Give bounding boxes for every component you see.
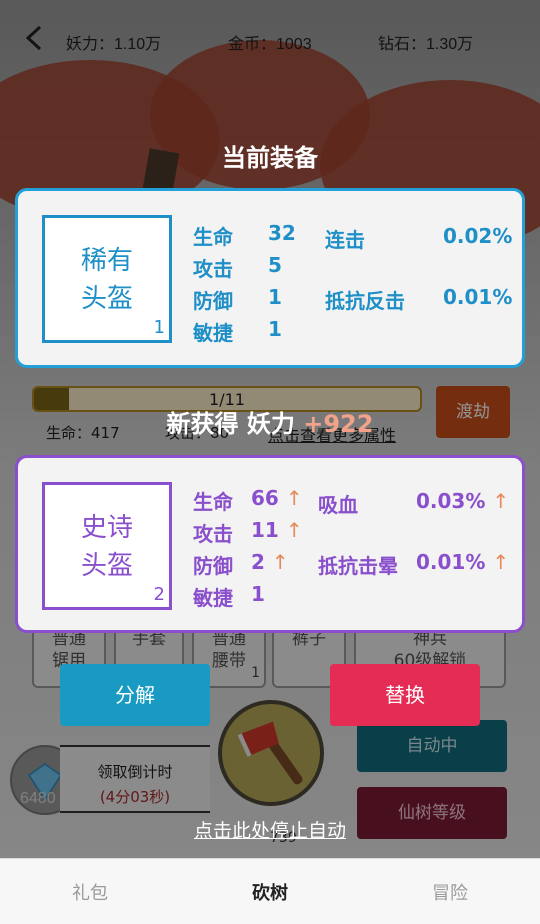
stat-value: 1 (268, 285, 282, 309)
up-arrow-icon: ↑ (492, 489, 510, 513)
stat-value: 32 (268, 221, 296, 245)
replace-button[interactable]: 替换 (330, 664, 480, 726)
extra-stat-label: 抵抗反击 (325, 289, 405, 313)
stat-value: 2 ↑ (251, 550, 289, 574)
extra-stat-label: 连击 (325, 228, 365, 252)
stat-value-text: 0.03% (416, 489, 486, 513)
stat-label: 敏捷 (193, 321, 233, 345)
stat-label: 生命 (193, 490, 233, 514)
extra-stat-value: 0.02% (443, 224, 513, 248)
stat-value-text: 0.01% (416, 550, 486, 574)
up-arrow-icon: ↑ (492, 550, 510, 574)
extra-stat-label: 吸血 (318, 493, 358, 517)
bottom-nav: 礼包 砍树 冒险 (0, 858, 540, 924)
extra-stat-label: 抵抗击晕 (318, 554, 398, 578)
stat-label: 攻击 (193, 257, 233, 281)
extra-stat-value: 0.01% ↑ (416, 550, 509, 574)
stat-value: 1 (268, 317, 282, 341)
item-type: 头盔 (80, 551, 133, 581)
stat-value: 66 ↑ (251, 486, 303, 510)
nav-tab-adventure[interactable]: 冒险 (400, 879, 500, 905)
new-item-icon: 史诗 头盔 2 (42, 482, 172, 610)
up-arrow-icon: ↑ (285, 486, 303, 510)
nav-tab-chop[interactable]: 砍树 (220, 879, 320, 905)
stat-value-text: 11 (251, 518, 279, 542)
decompose-button[interactable]: 分解 (60, 664, 210, 726)
item-type: 头盔 (80, 284, 133, 314)
stat-value: 5 (268, 253, 282, 277)
stat-label: 防御 (193, 289, 233, 313)
new-equipment-card: 史诗 头盔 2 生命 66 ↑ 攻击 11 ↑ 防御 2 ↑ 敏捷 1 吸血 0… (15, 455, 525, 633)
new-equipment-title-prefix: 新获得 妖力 (166, 410, 295, 438)
extra-stat-value: 0.01% (443, 285, 513, 309)
current-equipment-card: 稀有 头盔 1 生命 32 攻击 5 防御 1 敏捷 1 连击 0.02% 抵抗… (15, 188, 525, 368)
nav-tab-gift[interactable]: 礼包 (40, 879, 140, 905)
up-arrow-icon: ↑ (271, 550, 289, 574)
stat-value-text: 66 (251, 486, 279, 510)
stat-label: 攻击 (193, 522, 233, 546)
item-level: 1 (153, 317, 165, 338)
current-equipment-title: 当前装备 (222, 144, 318, 172)
stat-value-text: 2 (251, 550, 265, 574)
stop-auto-link[interactable]: 点击此处停止自动 (0, 816, 540, 843)
item-rarity: 史诗 (80, 513, 133, 543)
current-item-icon: 稀有 头盔 1 (42, 215, 172, 343)
extra-stat-value: 0.03% ↑ (416, 489, 509, 513)
item-rarity: 稀有 (80, 246, 133, 276)
new-equipment-title: 新获得 妖力 +922 (0, 404, 540, 439)
stat-value: 11 ↑ (251, 518, 303, 542)
stat-label: 敏捷 (193, 586, 233, 610)
stat-value: 1 (251, 582, 265, 606)
up-arrow-icon: ↑ (285, 518, 303, 542)
power-gain-value: +922 (303, 410, 374, 438)
stat-label: 防御 (193, 554, 233, 578)
item-level: 2 (153, 584, 165, 605)
stat-label: 生命 (193, 225, 233, 249)
